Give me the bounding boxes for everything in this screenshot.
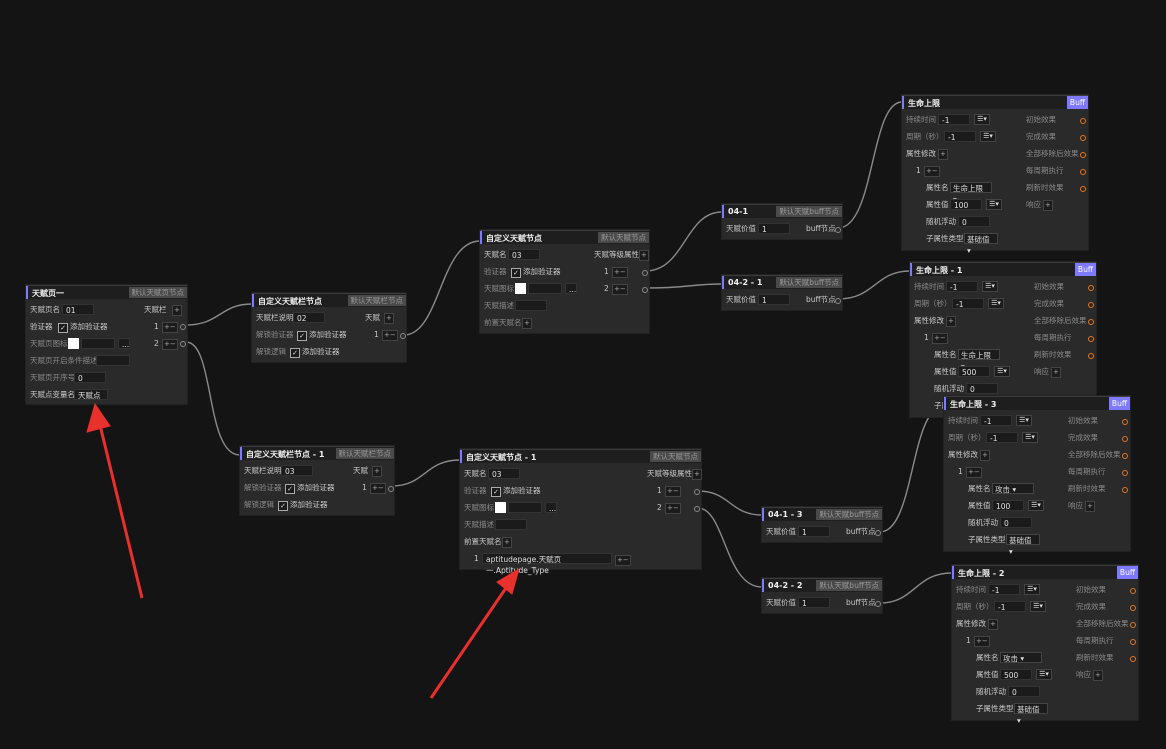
annotation-arrow-1: [86, 402, 520, 699]
